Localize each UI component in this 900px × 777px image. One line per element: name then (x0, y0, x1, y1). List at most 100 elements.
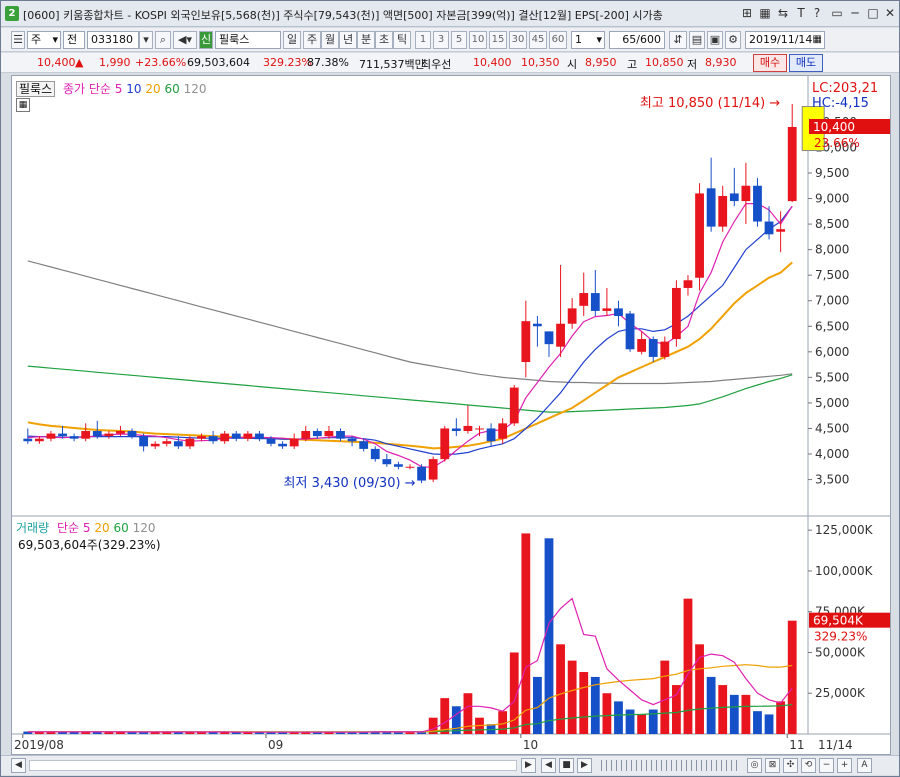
scale-icon[interactable]: ⇵ (669, 31, 687, 49)
tab-week[interactable]: 주 (303, 31, 321, 49)
save-icon[interactable]: ▣ (707, 31, 723, 49)
x-axis-label: 10 (523, 738, 538, 752)
legend-ma20: 20 (145, 82, 161, 96)
price-tick-label: 5,000 (815, 396, 849, 410)
refresh-icon[interactable]: ⟲ (801, 758, 816, 773)
credit-badge: 신 (199, 31, 213, 49)
chart-area[interactable]: 10,50010,0009,5009,0008,5008,0007,5007,0… (11, 75, 891, 755)
interval-3[interactable]: 3 (433, 31, 449, 49)
candle-body (660, 341, 670, 357)
help-icon[interactable]: ? (809, 5, 825, 21)
tab-month[interactable]: 월 (321, 31, 339, 49)
interval-60[interactable]: 60 (549, 31, 567, 49)
interval-1[interactable]: 1 (415, 31, 431, 49)
date-value: 2019/11/14 (749, 33, 813, 46)
list-icon[interactable]: ☰ (11, 31, 25, 49)
text-icon[interactable]: T (793, 5, 809, 21)
calendar-icon: ▦ (812, 34, 822, 45)
maximize-icon[interactable]: □ (865, 5, 881, 21)
interval-45[interactable]: 45 (529, 31, 547, 49)
volume-value: 69,503,604 (187, 56, 250, 69)
tab-second[interactable]: 초 (375, 31, 393, 49)
candle-body (417, 466, 426, 481)
table-icon[interactable]: ▦ (16, 98, 30, 112)
pin-icon[interactable]: ▭ (829, 5, 845, 21)
tab-tick[interactable]: 틱 (393, 31, 411, 49)
sell-button[interactable]: 매도 (789, 54, 823, 72)
volume-bar (718, 685, 728, 734)
candle-body (741, 185, 751, 202)
scroll-left-icon[interactable]: ◀ (11, 758, 26, 773)
change-percent: +23.66% (135, 56, 187, 69)
n-input[interactable]: 1 ▾ (571, 31, 605, 49)
x-axis-label: 09 (268, 738, 283, 752)
date-input[interactable]: 2019/11/14 ▦ (745, 31, 825, 49)
zoom-slider[interactable] (601, 760, 741, 771)
swap-icon[interactable]: ⇆ (775, 5, 791, 21)
interval-10[interactable]: 10 (469, 31, 487, 49)
play-icon[interactable]: ▶ (577, 758, 592, 773)
interval-30[interactable]: 30 (509, 31, 527, 49)
tab-minute[interactable]: 분 (357, 31, 375, 49)
high-label: 고 (627, 58, 638, 71)
zoom-in-icon[interactable]: + (837, 758, 852, 773)
price-tick-label: 3,500 (815, 473, 849, 487)
candle-body (683, 280, 693, 288)
font-size-icon[interactable]: A (857, 758, 872, 773)
candle-body (197, 436, 206, 439)
price-tick-label: 8,500 (815, 217, 849, 231)
prev-button[interactable]: 전 (63, 31, 85, 49)
close-icon[interactable]: ✕ (882, 5, 898, 21)
ask-price: 10,400 (473, 56, 512, 69)
stop-icon[interactable]: ■ (559, 758, 574, 773)
fit-icon[interactable]: ⊠ (765, 758, 780, 773)
high-price: 10,850 (645, 56, 684, 69)
price-legend-name[interactable]: 필룩스 (16, 81, 56, 97)
toolbar: ☰ 주 ▾ 전 033180 ▾ ⌕ ◀▾ 신 필룩스 일 주 월 년 분 초 틱… (1, 28, 899, 52)
candle-body (255, 433, 264, 439)
volume-bar (729, 694, 739, 734)
n-value: 1 (575, 33, 582, 46)
interval-5[interactable]: 5 (451, 31, 467, 49)
zoom-out-icon[interactable]: − (819, 758, 834, 773)
x-axis-label: 2019/08 (14, 738, 64, 752)
x-axis-end-label: 11/14 (818, 738, 853, 752)
link-icon[interactable]: ⊞ (739, 5, 755, 21)
candle-body (753, 185, 762, 222)
cursor-icon[interactable]: ✣ (783, 758, 798, 773)
up-arrow-icon: ▲ (75, 56, 84, 69)
candle-body (556, 323, 565, 347)
candle-body (637, 339, 647, 352)
price-tick-label: 4,000 (815, 447, 849, 461)
period-select[interactable]: 주 ▾ (27, 31, 61, 49)
candle-body (428, 459, 438, 480)
code-dropdown-icon[interactable]: ▾ (139, 31, 153, 49)
app-icon: 2 (5, 6, 19, 21)
buy-button[interactable]: 매수 (753, 54, 787, 72)
hc-label: HC:-4,15 (812, 96, 869, 111)
chart-scrollbar[interactable]: ◀ ▶ ◀ ■ ▶ ◎ ⊠ ✣ ⟲ − + A (1, 755, 899, 775)
legend-ma10: 10 (126, 82, 142, 96)
zoom-icon[interactable]: ◎ (747, 758, 762, 773)
candle-body (463, 425, 473, 432)
gear-icon[interactable]: ⚙ (725, 31, 741, 49)
scroll-track[interactable] (29, 760, 517, 771)
interval-15[interactable]: 15 (489, 31, 507, 49)
tab-day[interactable]: 일 (283, 31, 301, 49)
candle-body (625, 313, 635, 350)
stock-code-input[interactable]: 033180 (87, 31, 139, 49)
grid-icon[interactable]: ▦ (757, 5, 773, 21)
candle-body (451, 428, 461, 432)
chart-type-icon[interactable]: ▤ (689, 31, 705, 49)
scroll-right-icon[interactable]: ▶ (521, 758, 536, 773)
chart-canvas[interactable]: 10,50010,0009,5009,0008,5008,0007,5007,0… (12, 76, 890, 754)
speaker-icon[interactable]: ◀▾ (173, 31, 197, 49)
volume-bar (764, 714, 774, 734)
minimize-icon[interactable]: ─ (847, 5, 863, 21)
search-icon[interactable]: ⌕ (155, 31, 171, 49)
chart-window: 2 [0600] 키움종합차트 - KOSPI 외국인보유[5,568(천)] … (0, 0, 900, 777)
candle-body (776, 229, 786, 232)
play-back-icon[interactable]: ◀ (541, 758, 556, 773)
tab-year[interactable]: 년 (339, 31, 357, 49)
price-badge-text: 10,400 (813, 120, 855, 134)
